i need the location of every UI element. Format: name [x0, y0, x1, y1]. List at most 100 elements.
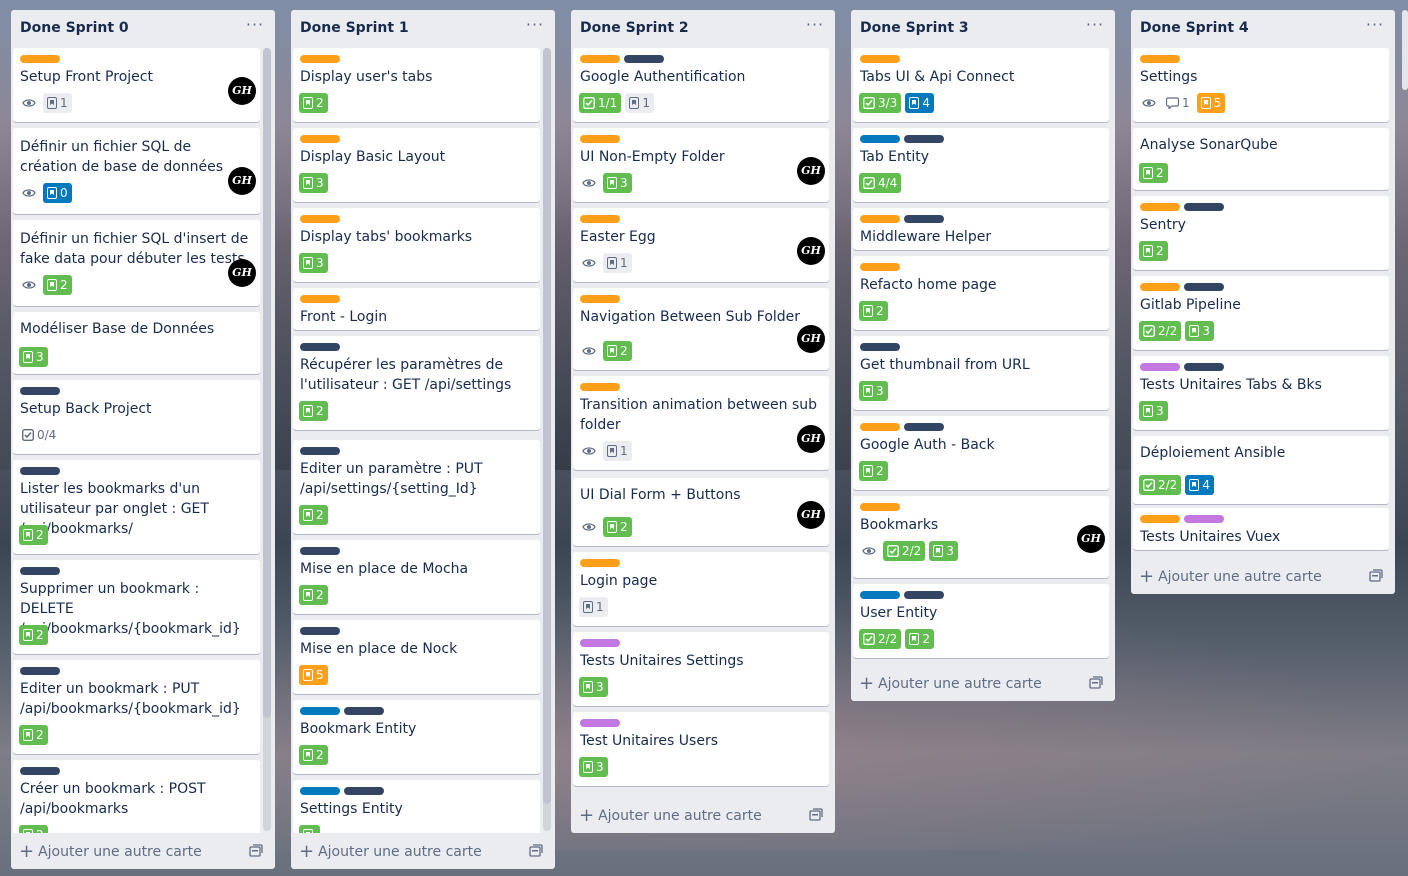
card-label-orange[interactable]	[20, 55, 60, 63]
list-title[interactable]: Done Sprint 0	[20, 20, 129, 36]
card-label-orange[interactable]	[860, 423, 900, 431]
card[interactable]: Tabs UI & Api Connect 3/3 4	[853, 48, 1109, 122]
card-label-blue[interactable]	[300, 787, 340, 795]
card-label-dark[interactable]	[300, 343, 340, 351]
member-avatar[interactable]: GH	[228, 259, 256, 287]
card[interactable]: Définir un fichier SQL d'insert de fake …	[13, 220, 260, 306]
card-label-purple[interactable]	[1184, 515, 1224, 523]
card-label-orange[interactable]	[860, 263, 900, 271]
card-label-orange[interactable]	[300, 55, 340, 63]
card[interactable]: Editer un bookmark : PUT /api/bookmarks/…	[13, 660, 260, 754]
card-label-dark[interactable]	[20, 567, 60, 575]
card[interactable]: Supprimer un bookmark : DELETE /api/book…	[13, 560, 260, 654]
card-label-dark[interactable]	[624, 55, 664, 63]
card[interactable]: Bookmark Entity 2	[293, 700, 540, 774]
list-title[interactable]: Done Sprint 3	[860, 20, 969, 36]
card-label-orange[interactable]	[580, 559, 620, 567]
card-label-purple[interactable]	[1140, 363, 1180, 371]
card-label-orange[interactable]	[300, 215, 340, 223]
list-scrollbar[interactable]	[543, 48, 551, 831]
card-template-icon[interactable]	[529, 843, 545, 859]
card-template-icon[interactable]	[249, 843, 265, 859]
card[interactable]: Easter Egg 1 GH	[573, 208, 829, 282]
card-label-orange[interactable]	[860, 215, 900, 223]
card-label-dark[interactable]	[904, 215, 944, 223]
card-label-orange[interactable]	[860, 55, 900, 63]
card[interactable]: Setup Front Project 1 GH	[13, 48, 260, 122]
member-avatar[interactable]: GH	[797, 425, 825, 453]
card-label-dark[interactable]	[904, 423, 944, 431]
card[interactable]: Sentry 2	[1133, 196, 1389, 270]
list-scrollbar[interactable]	[263, 48, 271, 831]
card[interactable]: User Entity 2/2 2	[853, 584, 1109, 658]
card[interactable]: Navigation Between Sub Folder 2 GH	[573, 288, 829, 370]
card[interactable]: Refacto home page 2	[853, 256, 1109, 330]
member-avatar[interactable]: GH	[228, 167, 256, 195]
card-label-orange[interactable]	[300, 135, 340, 143]
list-menu-button[interactable]: ···	[523, 16, 547, 38]
add-card-button[interactable]: + Ajouter une autre carte	[19, 841, 202, 862]
card[interactable]: Mise en place de Nock 5	[293, 620, 540, 694]
card-label-orange[interactable]	[1140, 55, 1180, 63]
list-scrollbar-thumb[interactable]	[543, 48, 551, 804]
card-label-orange[interactable]	[1140, 203, 1180, 211]
card[interactable]: Transition animation between sub folder 1…	[573, 376, 829, 470]
card-label-purple[interactable]	[580, 639, 620, 647]
list-title[interactable]: Done Sprint 2	[580, 20, 689, 36]
list-menu-button[interactable]: ···	[803, 16, 827, 38]
card[interactable]: Lister les bookmarks d'un utilisateur pa…	[13, 460, 260, 554]
card[interactable]: Middleware Helper	[853, 208, 1109, 250]
card-label-dark[interactable]	[344, 787, 384, 795]
card-label-dark[interactable]	[860, 343, 900, 351]
member-avatar[interactable]: GH	[797, 237, 825, 265]
card-label-orange[interactable]	[580, 135, 620, 143]
card-label-orange[interactable]	[580, 215, 620, 223]
card[interactable]: Settings Entity	[293, 780, 540, 833]
card[interactable]: Tests Unitaires Vuex	[1133, 508, 1389, 550]
card[interactable]: Test Unitaires Users 3	[573, 712, 829, 786]
card[interactable]: Front - Login	[293, 288, 540, 330]
card-label-blue[interactable]	[300, 707, 340, 715]
card[interactable]: Get thumbnail from URL 3	[853, 336, 1109, 410]
card[interactable]: Récupérer les paramètres de l'utilisateu…	[293, 336, 540, 430]
card-label-purple[interactable]	[580, 719, 620, 727]
card[interactable]: UI Non-Empty Folder 3 GH	[573, 128, 829, 202]
list-menu-button[interactable]: ···	[1083, 16, 1107, 38]
add-card-button[interactable]: + Ajouter une autre carte	[1139, 566, 1322, 587]
card[interactable]: Setup Back Project 0/4	[13, 380, 260, 454]
list-title[interactable]: Done Sprint 1	[300, 20, 409, 36]
add-card-button[interactable]: + Ajouter une autre carte	[579, 805, 762, 826]
card-label-dark[interactable]	[300, 627, 340, 635]
card[interactable]: Modéliser Base de Données 3	[13, 312, 260, 374]
card[interactable]: Tests Unitaires Tabs & Bks 3	[1133, 356, 1389, 430]
card[interactable]: Bookmarks 2/2 3 GH	[853, 496, 1109, 578]
board-scrollbar[interactable]	[1402, 10, 1408, 90]
add-card-button[interactable]: + Ajouter une autre carte	[859, 673, 1042, 694]
member-avatar[interactable]: GH	[797, 501, 825, 529]
list-title[interactable]: Done Sprint 4	[1140, 20, 1249, 36]
card-label-dark[interactable]	[1184, 203, 1224, 211]
card-label-dark[interactable]	[20, 387, 60, 395]
card[interactable]: Créer un bookmark : POST /api/bookmarks 2	[13, 760, 260, 833]
card-label-orange[interactable]	[300, 295, 340, 303]
card[interactable]: Editer un paramètre : PUT /api/settings/…	[293, 440, 540, 534]
card[interactable]: Settings 1 5	[1133, 48, 1389, 122]
card-label-orange[interactable]	[860, 503, 900, 511]
card[interactable]: Gitlab Pipeline 2/2 3	[1133, 276, 1389, 350]
list-menu-button[interactable]: ···	[1363, 16, 1387, 38]
card[interactable]: Google Authentification 1/1 1	[573, 48, 829, 122]
card-label-dark[interactable]	[904, 591, 944, 599]
add-card-button[interactable]: + Ajouter une autre carte	[299, 841, 482, 862]
card-label-orange[interactable]	[580, 55, 620, 63]
card-label-dark[interactable]	[20, 667, 60, 675]
member-avatar[interactable]: GH	[797, 325, 825, 353]
card-label-orange[interactable]	[1140, 283, 1180, 291]
card-label-dark[interactable]	[1184, 283, 1224, 291]
card-label-blue[interactable]	[860, 135, 900, 143]
list-scrollbar-thumb[interactable]	[263, 48, 271, 718]
card[interactable]: Tests Unitaires Settings 3	[573, 632, 829, 706]
card[interactable]: Display user's tabs 2	[293, 48, 540, 122]
card[interactable]: Analyse SonarQube 2	[1133, 128, 1389, 190]
card[interactable]: Google Auth - Back 2	[853, 416, 1109, 490]
card[interactable]: Display Basic Layout 3	[293, 128, 540, 202]
